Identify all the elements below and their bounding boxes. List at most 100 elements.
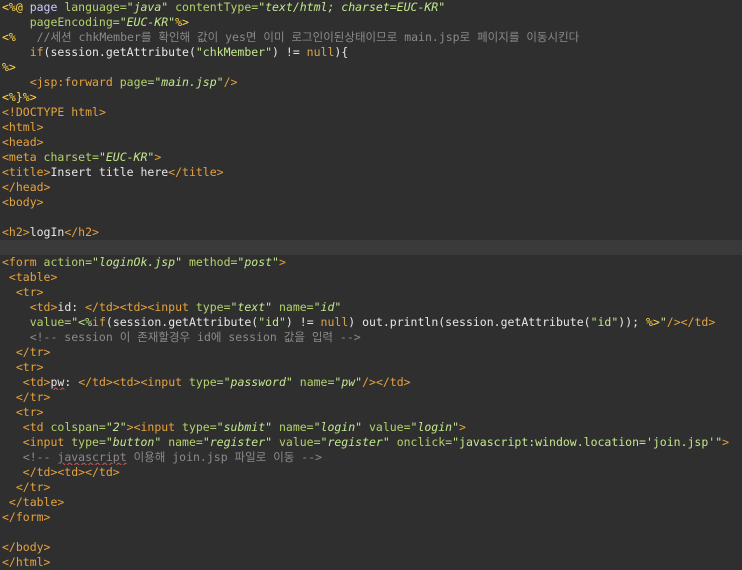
code-token: "id" <box>590 315 619 329</box>
code-token: "id" <box>313 300 342 314</box>
code-token: > <box>459 420 466 434</box>
code-token: null <box>306 45 335 59</box>
code-token: "java" <box>126 0 169 14</box>
code-token: <html> <box>2 120 44 134</box>
code-token: "javascript:window.location='join.jsp'" <box>452 435 723 449</box>
code-line[interactable]: </td><td></td> <box>0 465 742 480</box>
code-line[interactable]: <% //세션 chkMember를 확인해 값이 yes면 이미 로그인이된상… <box>0 30 742 45</box>
code-token: </table> <box>2 495 65 509</box>
code-token: onclick= <box>389 435 453 449</box>
code-token: > <box>98 105 106 119</box>
code-line[interactable]: </tr> <box>0 390 742 405</box>
code-line[interactable] <box>0 525 742 540</box>
code-line[interactable]: <jsp:forward page="main.jsp"/> <box>0 75 742 90</box>
code-token: "loginOk.jsp" <box>92 255 183 269</box>
code-token: <input <box>2 435 72 449</box>
code-line[interactable]: <!-- session 이 존재할경우 id에 session 값을 입력 -… <box>0 330 742 345</box>
code-token: id: <box>57 300 86 314</box>
code-token: </form> <box>2 510 51 524</box>
code-line[interactable] <box>0 210 742 225</box>
code-token: <td> <box>2 300 58 314</box>
code-token: "register" <box>202 435 273 449</box>
code-token: "<% <box>71 315 93 329</box>
code-token: if <box>92 315 106 329</box>
code-token: logIn <box>29 225 65 239</box>
code-line[interactable] <box>0 240 742 255</box>
code-token: "2" <box>105 420 127 434</box>
code-line[interactable]: <input type="button" name="register" val… <box>0 435 742 450</box>
code-token: value= <box>272 435 321 449</box>
code-line[interactable]: pageEncoding="EUC-KR"%> <box>0 15 742 30</box>
code-line[interactable]: <tr> <box>0 360 742 375</box>
code-line[interactable]: <%@ page language="java" contentType="te… <box>0 0 742 15</box>
code-line[interactable]: <meta charset="EUC-KR"> <box>0 150 742 165</box>
code-token: "main.jsp" <box>154 75 224 89</box>
code-token: "EUC-KR" <box>119 15 176 29</box>
code-token: <td <box>2 420 51 434</box>
code-token: <!DOCTYPE <box>2 105 72 119</box>
code-line[interactable]: <form action="loginOk.jsp" method="post"… <box>0 255 742 270</box>
code-line[interactable]: <html> <box>0 120 742 135</box>
code-line[interactable]: <td>pw: </td><td><input type="password" … <box>0 375 742 390</box>
code-token: <!-- session 이 존재할경우 id에 session 값을 입력 -… <box>2 330 361 344</box>
code-line[interactable]: <%}%> <box>0 90 742 105</box>
code-line[interactable]: <h2>logIn</h2> <box>0 225 742 240</box>
code-token: <h2> <box>2 225 30 239</box>
code-token: </td><td><input <box>85 300 196 314</box>
code-token: charset= <box>43 150 99 164</box>
code-token: %> <box>639 315 660 329</box>
code-line[interactable]: if(session.getAttribute("chkMember") != … <box>0 45 742 60</box>
code-token: null <box>320 315 349 329</box>
code-token: "text/html; charset=EUC-KR" <box>258 0 446 14</box>
code-token: page= <box>119 75 155 89</box>
code-token: <head> <box>2 135 44 149</box>
code-token: jsp:forward <box>36 75 120 89</box>
code-token: </tr> <box>2 345 51 359</box>
code-line[interactable]: <!DOCTYPE html> <box>0 105 742 120</box>
code-token: " <box>659 315 667 329</box>
code-line[interactable]: <!-- javascript 이용해 join.jsp 파일로 이동 --> <box>0 450 742 465</box>
code-token: type= <box>195 300 231 314</box>
code-token: </body> <box>2 540 51 554</box>
code-line[interactable]: </head> <box>0 180 742 195</box>
code-token: "id" <box>258 315 286 329</box>
code-line[interactable]: <tr> <box>0 405 742 420</box>
code-editor[interactable]: <%@ page language="java" contentType="te… <box>0 0 742 570</box>
code-token: colspan= <box>50 420 106 434</box>
code-line[interactable]: <title>Insert title here</title> <box>0 165 742 180</box>
code-line[interactable]: </form> <box>0 510 742 525</box>
code-token: ) out.println(session.getAttribute( <box>348 315 591 329</box>
code-token: (session.getAttribute( <box>43 45 196 59</box>
code-token: <% <box>2 30 16 44</box>
code-token: name= <box>292 375 335 389</box>
code-token: </head> <box>2 180 51 194</box>
code-line[interactable]: <table> <box>0 270 742 285</box>
code-token: "login" <box>410 420 459 434</box>
code-token: "submit" <box>216 420 273 434</box>
code-token: )); <box>618 315 640 329</box>
code-token: %> <box>175 15 189 29</box>
code-line[interactable]: <head> <box>0 135 742 150</box>
code-token: contentType= <box>168 0 259 14</box>
code-token: > <box>278 255 286 269</box>
code-token: : <box>64 375 79 389</box>
code-line[interactable]: </body> <box>0 540 742 555</box>
code-token: value= <box>362 420 411 434</box>
code-token: <tr> <box>2 405 44 419</box>
code-line[interactable]: </table> <box>0 495 742 510</box>
code-line[interactable]: %> <box>0 60 742 75</box>
code-token: name= <box>161 435 203 449</box>
code-line[interactable]: <td>id: </td><td><input type="text" name… <box>0 300 742 315</box>
code-token: action= <box>43 255 93 269</box>
code-token: "EUC-KR" <box>98 150 155 164</box>
code-line[interactable]: value="<%if(session.getAttribute("id") !… <box>0 315 742 330</box>
code-line[interactable]: </tr> <box>0 345 742 360</box>
code-token: Insert title here <box>50 165 169 179</box>
code-token: (session.getAttribute( <box>105 315 259 329</box>
code-line[interactable]: </html> <box>0 555 742 570</box>
code-line[interactable]: </tr> <box>0 480 742 495</box>
code-line[interactable]: <td colspan="2"><input type="submit" nam… <box>0 420 742 435</box>
code-token: "pw" <box>334 375 363 389</box>
code-line[interactable]: <body> <box>0 195 742 210</box>
code-line[interactable]: <tr> <box>0 285 742 300</box>
